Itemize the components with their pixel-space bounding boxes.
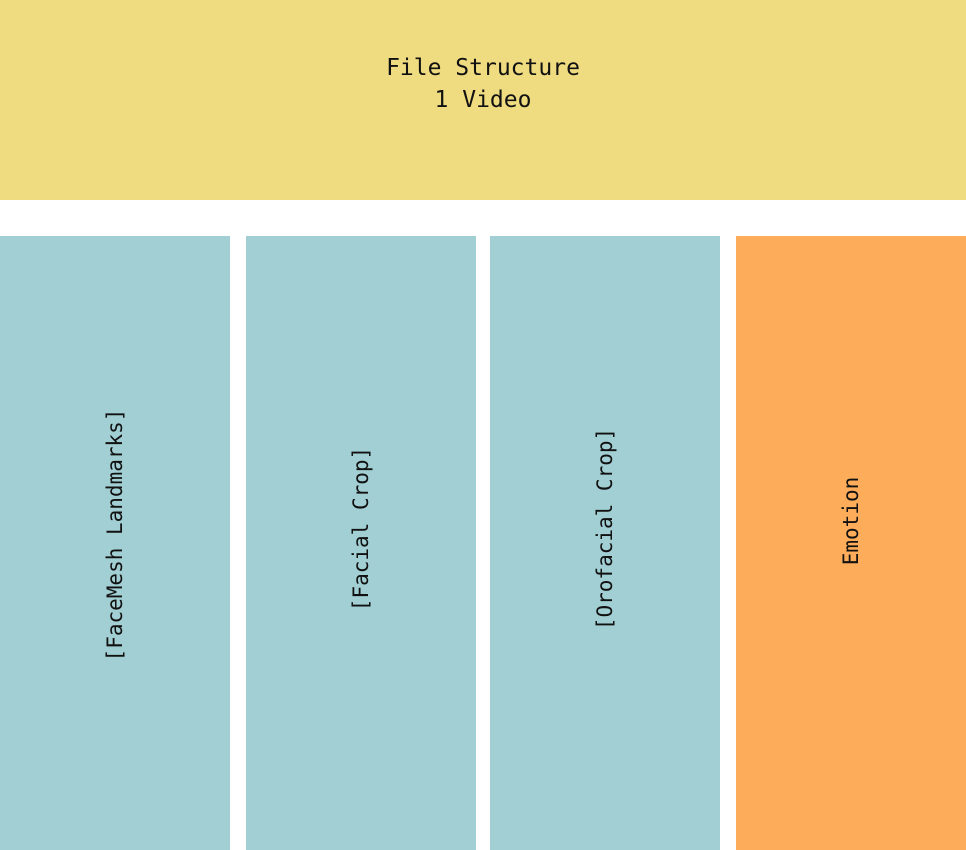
facial-crop-box: [Facial Crop] [246,236,476,850]
video-count-label: 1 Video [434,87,532,113]
emotion-box: Emotion [736,236,966,850]
emotion-label: Emotion [839,476,863,566]
file-structure-box: File Structure 1 Video [0,0,966,200]
file-structure-title: File Structure [386,55,580,81]
facial-crop-label: [Facial Crop] [349,446,373,612]
facemesh-landmarks-box: [FaceMesh Landmarks] [0,236,230,850]
orofacial-crop-label: [Orofacial Crop] [593,427,617,631]
orofacial-crop-box: [Orofacial Crop] [490,236,720,850]
facemesh-landmarks-label: [FaceMesh Landmarks] [103,408,127,662]
